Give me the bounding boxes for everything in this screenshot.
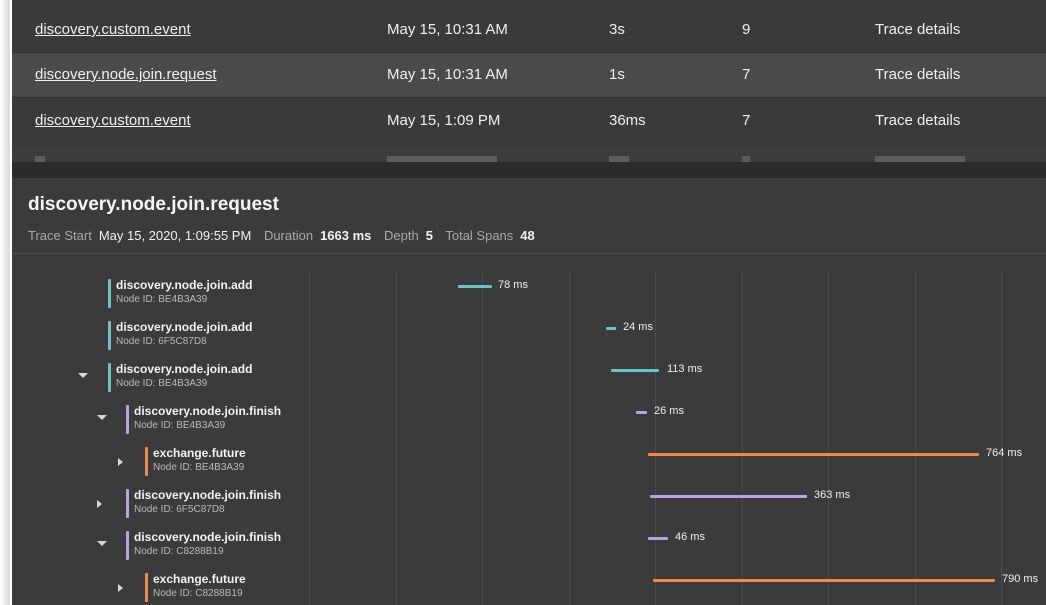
trace-details-link[interactable]: Trace details — [875, 8, 960, 52]
span-row[interactable]: discovery.node.join.finish Node ID: C828… — [12, 524, 1046, 566]
trace-details-link[interactable]: Trace details — [875, 53, 960, 97]
span-node-id: Node ID: BE4B3A39 — [134, 420, 226, 431]
span-name: discovery.node.join.finish — [134, 404, 282, 418]
span-bar[interactable] — [648, 537, 668, 540]
span-duration: 363 ms — [814, 489, 851, 501]
span-row[interactable]: exchange.future Node ID: BE4B3A39 764 ms — [12, 440, 1046, 482]
total-spans-value: 48 — [520, 228, 535, 243]
span-name: discovery.node.join.add — [116, 320, 253, 334]
span-bar[interactable] — [653, 579, 995, 582]
row-divider — [12, 97, 1046, 98]
span-duration: 46 ms — [675, 531, 705, 543]
span-color-marker — [108, 363, 111, 392]
trace-date: May 15, 10:31 AM — [387, 21, 508, 38]
span-name: discovery.node.join.add — [116, 362, 253, 376]
span-row[interactable]: discovery.node.join.finish Node ID: BE4B… — [12, 398, 1046, 440]
trace-list-table: discovery.custom.event May 15, 10:31 AM … — [12, 0, 1046, 162]
chevron-right-icon[interactable] — [97, 500, 102, 508]
span-node-id: Node ID: 6F5C87D8 — [116, 336, 207, 347]
trace-title: discovery.node.join.request — [28, 194, 279, 215]
span-node-id: Node ID: BE4B3A39 — [116, 378, 208, 389]
table-row-partial — [12, 148, 1046, 162]
chevron-down-icon[interactable] — [97, 415, 107, 420]
span-bar[interactable] — [636, 411, 647, 414]
trace-name-link[interactable]: discovery.custom.event — [35, 8, 191, 52]
trace-duration: 1s — [609, 66, 625, 83]
trace-duration: 3s — [609, 21, 625, 38]
span-node-id: Node ID: C8288B19 — [134, 546, 224, 557]
total-spans-label: Total Spans — [445, 228, 514, 243]
span-color-marker — [126, 489, 129, 518]
chevron-down-icon[interactable] — [78, 373, 88, 378]
span-duration: 26 ms — [654, 405, 684, 417]
span-bar[interactable] — [611, 369, 659, 372]
table-row[interactable]: discovery.custom.event May 15, 10:31 AM … — [12, 8, 1046, 52]
span-row[interactable]: exchange.future Node ID: C8288B19 790 ms — [12, 566, 1046, 605]
span-color-marker — [126, 531, 129, 560]
chevron-right-icon[interactable] — [118, 584, 123, 592]
span-bar[interactable] — [648, 453, 979, 456]
table-row[interactable]: discovery.custom.event May 15, 1:09 PM 3… — [12, 99, 1046, 143]
trace-meta: Trace Start May 15, 2020, 1:09:55 PM Dura… — [28, 228, 544, 243]
span-row[interactable]: discovery.node.join.add Node ID: 6F5C87D… — [12, 314, 1046, 356]
span-node-id: Node ID: C8288B19 — [153, 588, 243, 599]
window-shadow — [0, 0, 10, 605]
span-node-id: Node ID: BE4B3A39 — [153, 462, 245, 473]
trace-depth: 7 — [742, 112, 751, 129]
span-row[interactable]: discovery.node.join.add Node ID: BE4B3A3… — [12, 356, 1046, 398]
trace-depth: 7 — [742, 66, 751, 83]
span-bar[interactable] — [606, 327, 616, 330]
span-name: discovery.node.join.finish — [134, 530, 282, 544]
span-node-id: Node ID: BE4B3A39 — [116, 294, 208, 305]
span-name: exchange.future — [153, 446, 246, 460]
trace-name-link[interactable]: discovery.custom.event — [35, 99, 191, 143]
span-color-marker — [108, 279, 111, 308]
span-color-marker — [145, 447, 148, 476]
meta-divider — [12, 253, 1046, 254]
duration-value: 1663 ms — [320, 228, 372, 243]
depth-label: Depth — [384, 228, 419, 243]
span-duration: 78 ms — [498, 279, 528, 291]
trace-date: May 15, 10:31 AM — [387, 66, 508, 83]
trace-depth: 9 — [742, 21, 751, 38]
trace-detail-panel: discovery.node.join.request Trace Start M… — [12, 178, 1046, 605]
span-bar[interactable] — [458, 285, 492, 288]
chevron-down-icon[interactable] — [97, 541, 107, 546]
span-duration: 790 ms — [1002, 573, 1039, 585]
span-bar[interactable] — [650, 495, 807, 498]
span-name: discovery.node.join.add — [116, 278, 253, 292]
span-color-marker — [108, 321, 111, 350]
trace-duration: 36ms — [609, 112, 646, 129]
chevron-right-icon[interactable] — [118, 458, 123, 466]
duration-label: Duration — [263, 228, 314, 243]
span-color-marker — [126, 405, 129, 434]
span-name: discovery.node.join.finish — [134, 488, 282, 502]
trace-name-link[interactable]: discovery.node.join.request — [35, 53, 217, 97]
table-row[interactable]: discovery.node.join.request May 15, 10:3… — [12, 53, 1046, 97]
span-duration: 24 ms — [623, 321, 653, 333]
span-row[interactable]: discovery.node.join.add Node ID: BE4B3A3… — [12, 272, 1046, 314]
trace-details-link[interactable]: Trace details — [875, 99, 960, 143]
span-node-id: Node ID: 6F5C87D8 — [134, 504, 225, 515]
trace-viewer: discovery.custom.event May 15, 10:31 AM … — [12, 0, 1046, 605]
panel-divider[interactable] — [12, 162, 1046, 178]
trace-date: May 15, 1:09 PM — [387, 112, 501, 129]
span-name: exchange.future — [153, 572, 246, 586]
span-row[interactable]: discovery.node.join.finish Node ID: 6F5C… — [12, 482, 1046, 524]
trace-start-label: Trace Start — [28, 228, 92, 243]
trace-start-value: May 15, 2020, 1:09:55 PM — [98, 228, 252, 243]
span-duration: 764 ms — [986, 447, 1023, 459]
span-color-marker — [145, 573, 148, 602]
span-timeline: discovery.node.join.add Node ID: BE4B3A3… — [12, 272, 1046, 605]
span-duration: 113 ms — [667, 363, 703, 375]
depth-value: 5 — [425, 228, 433, 243]
